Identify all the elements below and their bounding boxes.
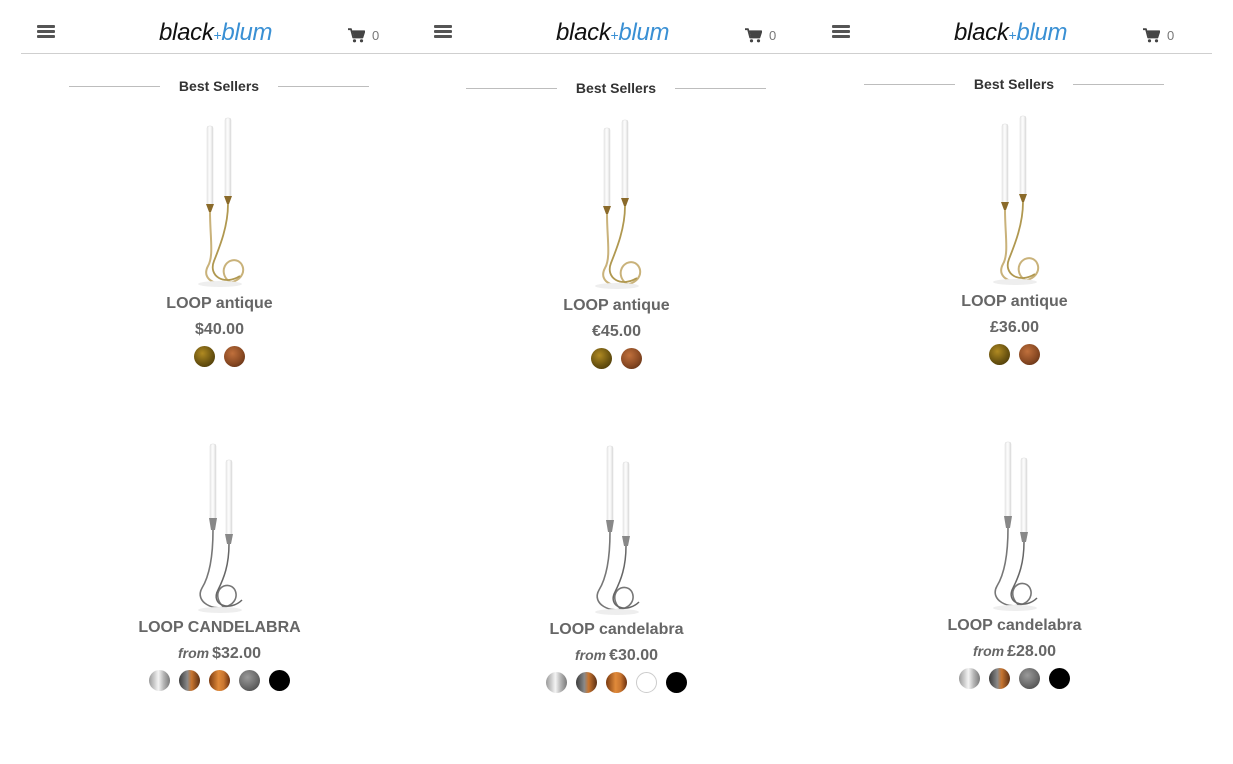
color-swatch-gunmetal-copper[interactable] [989,668,1010,689]
title-rule-left [466,87,557,89]
site-header: black+blum 0 [418,0,815,54]
shopping-cart-icon [745,27,762,42]
cart-count: 0 [769,27,777,43]
title-rule-right [278,85,370,87]
section-title-row: Best Sellers [466,78,767,98]
title-rule-right [1073,83,1165,85]
loop-antique-image[interactable] [975,114,1055,289]
color-swatch-gunmetal-copper[interactable] [179,670,200,691]
color-swatch-brass[interactable] [194,346,215,367]
product-card: LOOP antique €45.00 [418,118,815,369]
loop-antique-image[interactable] [180,116,260,291]
color-swatch-silver[interactable] [959,668,980,689]
product-price: from $32.00 [21,645,418,663]
product-price: £36.00 [816,319,1213,337]
color-swatch-silver[interactable] [546,672,567,693]
title-rule-left [864,83,955,85]
product-name[interactable]: LOOP antique [418,297,815,315]
color-swatch-graphite[interactable] [1019,668,1040,689]
color-swatch-copper[interactable] [209,670,230,691]
color-swatch-brass[interactable] [989,344,1010,365]
product-price: $40.00 [21,321,418,339]
product-name[interactable]: LOOP antique [816,293,1213,311]
shopping-cart-icon [1143,27,1160,42]
cart-count: 0 [1167,27,1175,43]
from-label: from [574,647,607,663]
price-value: €45.00 [592,323,641,340]
color-swatches [816,668,1213,689]
logo-black-text: black [556,19,611,46]
cart-button[interactable]: 0 [1143,26,1174,44]
section-title-row: Best Sellers [69,76,370,96]
color-swatch-copper[interactable] [224,346,245,367]
logo-blum-text: blum [1016,19,1068,46]
color-swatch-black[interactable] [666,672,687,693]
color-swatches [21,670,418,691]
color-swatch-graphite[interactable] [239,670,260,691]
title-rule-left [69,85,160,87]
color-swatch-copper[interactable] [1019,344,1040,365]
product-card: LOOP candelabra from £28.00 [816,438,1213,689]
price-value: $32.00 [212,645,262,662]
loop-candelabra-image[interactable] [577,442,657,617]
color-swatches [418,672,815,693]
product-name[interactable]: LOOP candelabra [816,617,1213,635]
from-label: from [177,645,210,661]
product-card: LOOP candelabra from €30.00 [418,442,815,693]
product-name[interactable]: LOOP CANDELABRA [21,619,418,637]
section-title: Best Sellers [973,76,1055,92]
loop-candelabra-image[interactable] [975,438,1055,613]
product-card: LOOP antique £36.00 [816,114,1213,365]
product-price: from £28.00 [816,643,1213,661]
cart-button[interactable]: 0 [348,26,379,44]
brand-logo[interactable]: black+blum [556,18,686,48]
from-label: from [972,643,1005,659]
color-swatch-silver[interactable] [149,670,170,691]
section-title-row: Best Sellers [864,74,1165,94]
store-column-eur: black+blum 0 Best Sellers LOOP antique €… [418,0,815,764]
product-price: from €30.00 [418,647,815,665]
price-value: £36.00 [990,319,1039,336]
brand-logo[interactable]: black+blum [954,18,1084,48]
price-value: $40.00 [195,321,244,338]
logo-black-text: black [954,19,1009,46]
site-header: black+blum 0 [21,0,418,54]
price-value: €30.00 [609,647,659,664]
color-swatch-black[interactable] [1049,668,1070,689]
color-swatches [418,348,815,369]
hamburger-menu-icon[interactable] [434,24,452,40]
color-swatch-brass[interactable] [591,348,612,369]
product-name[interactable]: LOOP candelabra [418,621,815,639]
site-header: black+blum 0 [816,0,1213,54]
product-card: LOOP antique $40.00 [21,116,418,367]
logo-blum-text: blum [221,19,273,46]
section-title: Best Sellers [575,80,657,96]
title-rule-right [675,87,767,89]
brand-logo[interactable]: black+blum [159,18,289,48]
loop-antique-image[interactable] [577,118,657,293]
shopping-cart-icon [348,27,365,42]
color-swatch-white[interactable] [636,672,657,693]
color-swatch-copper[interactable] [621,348,642,369]
cart-count: 0 [372,27,380,43]
product-price: €45.00 [418,323,815,341]
section-title: Best Sellers [178,78,260,94]
store-column-usd: black+blum 0 Best Sellers LOOP antique $… [21,0,418,764]
price-value: £28.00 [1007,643,1057,660]
cart-button[interactable]: 0 [745,26,776,44]
color-swatch-gunmetal-copper[interactable] [576,672,597,693]
color-swatch-copper[interactable] [606,672,627,693]
color-swatches [21,346,418,367]
logo-black-text: black [159,19,214,46]
hamburger-menu-icon[interactable] [37,24,55,40]
loop-candelabra-image[interactable] [180,440,260,615]
logo-blum-text: blum [618,19,670,46]
product-card: LOOP CANDELABRA from $32.00 [21,440,418,691]
hamburger-menu-icon[interactable] [832,24,850,40]
color-swatch-black[interactable] [269,670,290,691]
store-column-gbp: black+blum 0 Best Sellers LOOP antique £… [816,0,1213,764]
product-name[interactable]: LOOP antique [21,295,418,313]
color-swatches [816,344,1213,365]
